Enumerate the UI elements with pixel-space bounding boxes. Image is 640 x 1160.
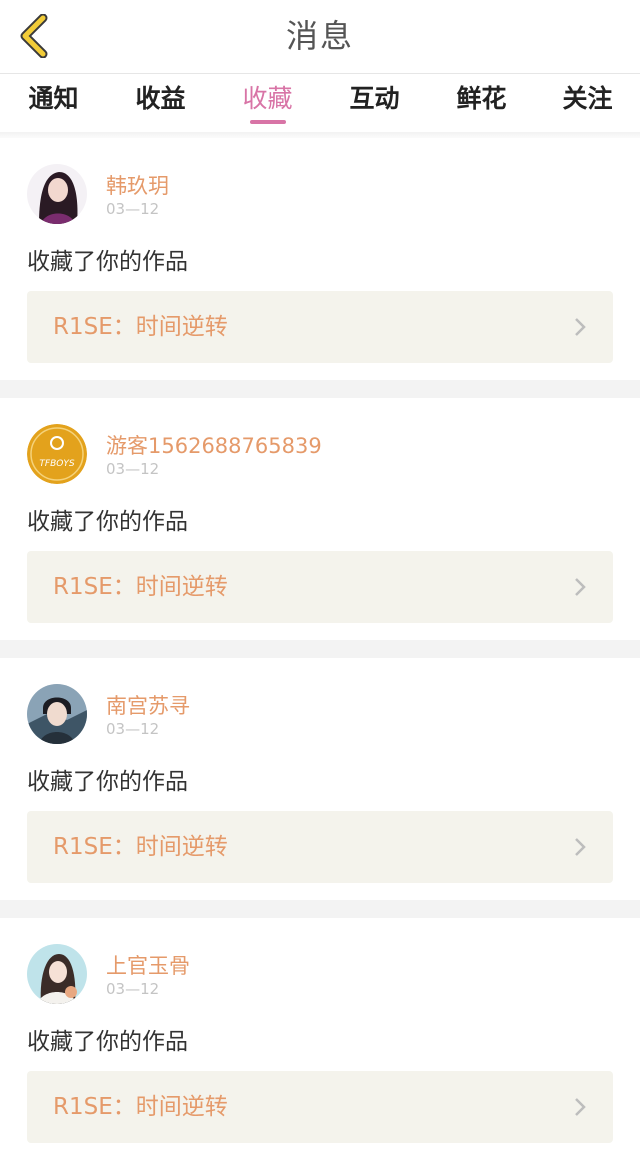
chevron-right-icon: [575, 578, 586, 596]
work-title: R1SE：时间逆转: [53, 314, 228, 340]
chevron-right-icon: [575, 318, 586, 336]
work-title: R1SE：时间逆转: [53, 1094, 228, 1120]
work-link[interactable]: R1SE：时间逆转: [27, 1071, 613, 1143]
user-name[interactable]: 上官玉骨: [106, 950, 190, 980]
tab-flowers[interactable]: 鲜花: [428, 74, 535, 132]
list-item: TFBOYS 游客1562688765839 03—12 收藏了你的作品 R1S…: [0, 398, 640, 640]
work-title: R1SE：时间逆转: [53, 834, 228, 860]
chevron-right-icon: [575, 838, 586, 856]
work-link[interactable]: R1SE：时间逆转: [27, 551, 613, 623]
avatar[interactable]: [27, 684, 87, 744]
page-title: 消息: [285, 17, 354, 55]
separator: [0, 640, 640, 658]
tab-earnings[interactable]: 收益: [107, 74, 214, 132]
tab-bar: 通知 收益 收藏 互动 鲜花 关注: [0, 74, 640, 132]
avatar[interactable]: [27, 944, 87, 1004]
avatar[interactable]: [27, 164, 87, 224]
avatar-text: TFBOYS: [39, 459, 74, 469]
separator: [0, 900, 640, 918]
timestamp: 03—12: [106, 980, 160, 998]
header-bar: 消息: [0, 0, 640, 74]
tab-interactions[interactable]: 互动: [321, 74, 428, 132]
avatar[interactable]: TFBOYS: [27, 424, 87, 484]
tab-notifications[interactable]: 通知: [0, 74, 107, 132]
list-item: 韩玖玥 03—12 收藏了你的作品 R1SE：时间逆转: [0, 138, 640, 380]
work-link[interactable]: R1SE：时间逆转: [27, 811, 613, 883]
work-title: R1SE：时间逆转: [53, 574, 228, 600]
action-text: 收藏了你的作品: [27, 769, 188, 795]
list-item: 南宫苏寻 03—12 收藏了你的作品 R1SE：时间逆转: [0, 658, 640, 900]
user-name[interactable]: 游客1562688765839: [106, 430, 322, 460]
separator: [0, 380, 640, 398]
action-text: 收藏了你的作品: [27, 509, 188, 535]
active-tab-indicator: [250, 120, 286, 124]
list-item: 上官玉骨 03—12 收藏了你的作品 R1SE：时间逆转: [0, 918, 640, 1160]
action-text: 收藏了你的作品: [27, 1029, 188, 1055]
timestamp: 03—12: [106, 460, 160, 478]
timestamp: 03—12: [106, 200, 160, 218]
tab-follows[interactable]: 关注: [534, 74, 640, 132]
action-text: 收藏了你的作品: [27, 249, 188, 275]
timestamp: 03—12: [106, 720, 160, 738]
user-name[interactable]: 韩玖玥: [106, 170, 169, 200]
message-list: 韩玖玥 03—12 收藏了你的作品 R1SE：时间逆转 TFBOYS 游客156…: [0, 138, 640, 1160]
user-name[interactable]: 南宫苏寻: [106, 690, 190, 720]
work-link[interactable]: R1SE：时间逆转: [27, 291, 613, 363]
chevron-right-icon: [575, 1098, 586, 1116]
